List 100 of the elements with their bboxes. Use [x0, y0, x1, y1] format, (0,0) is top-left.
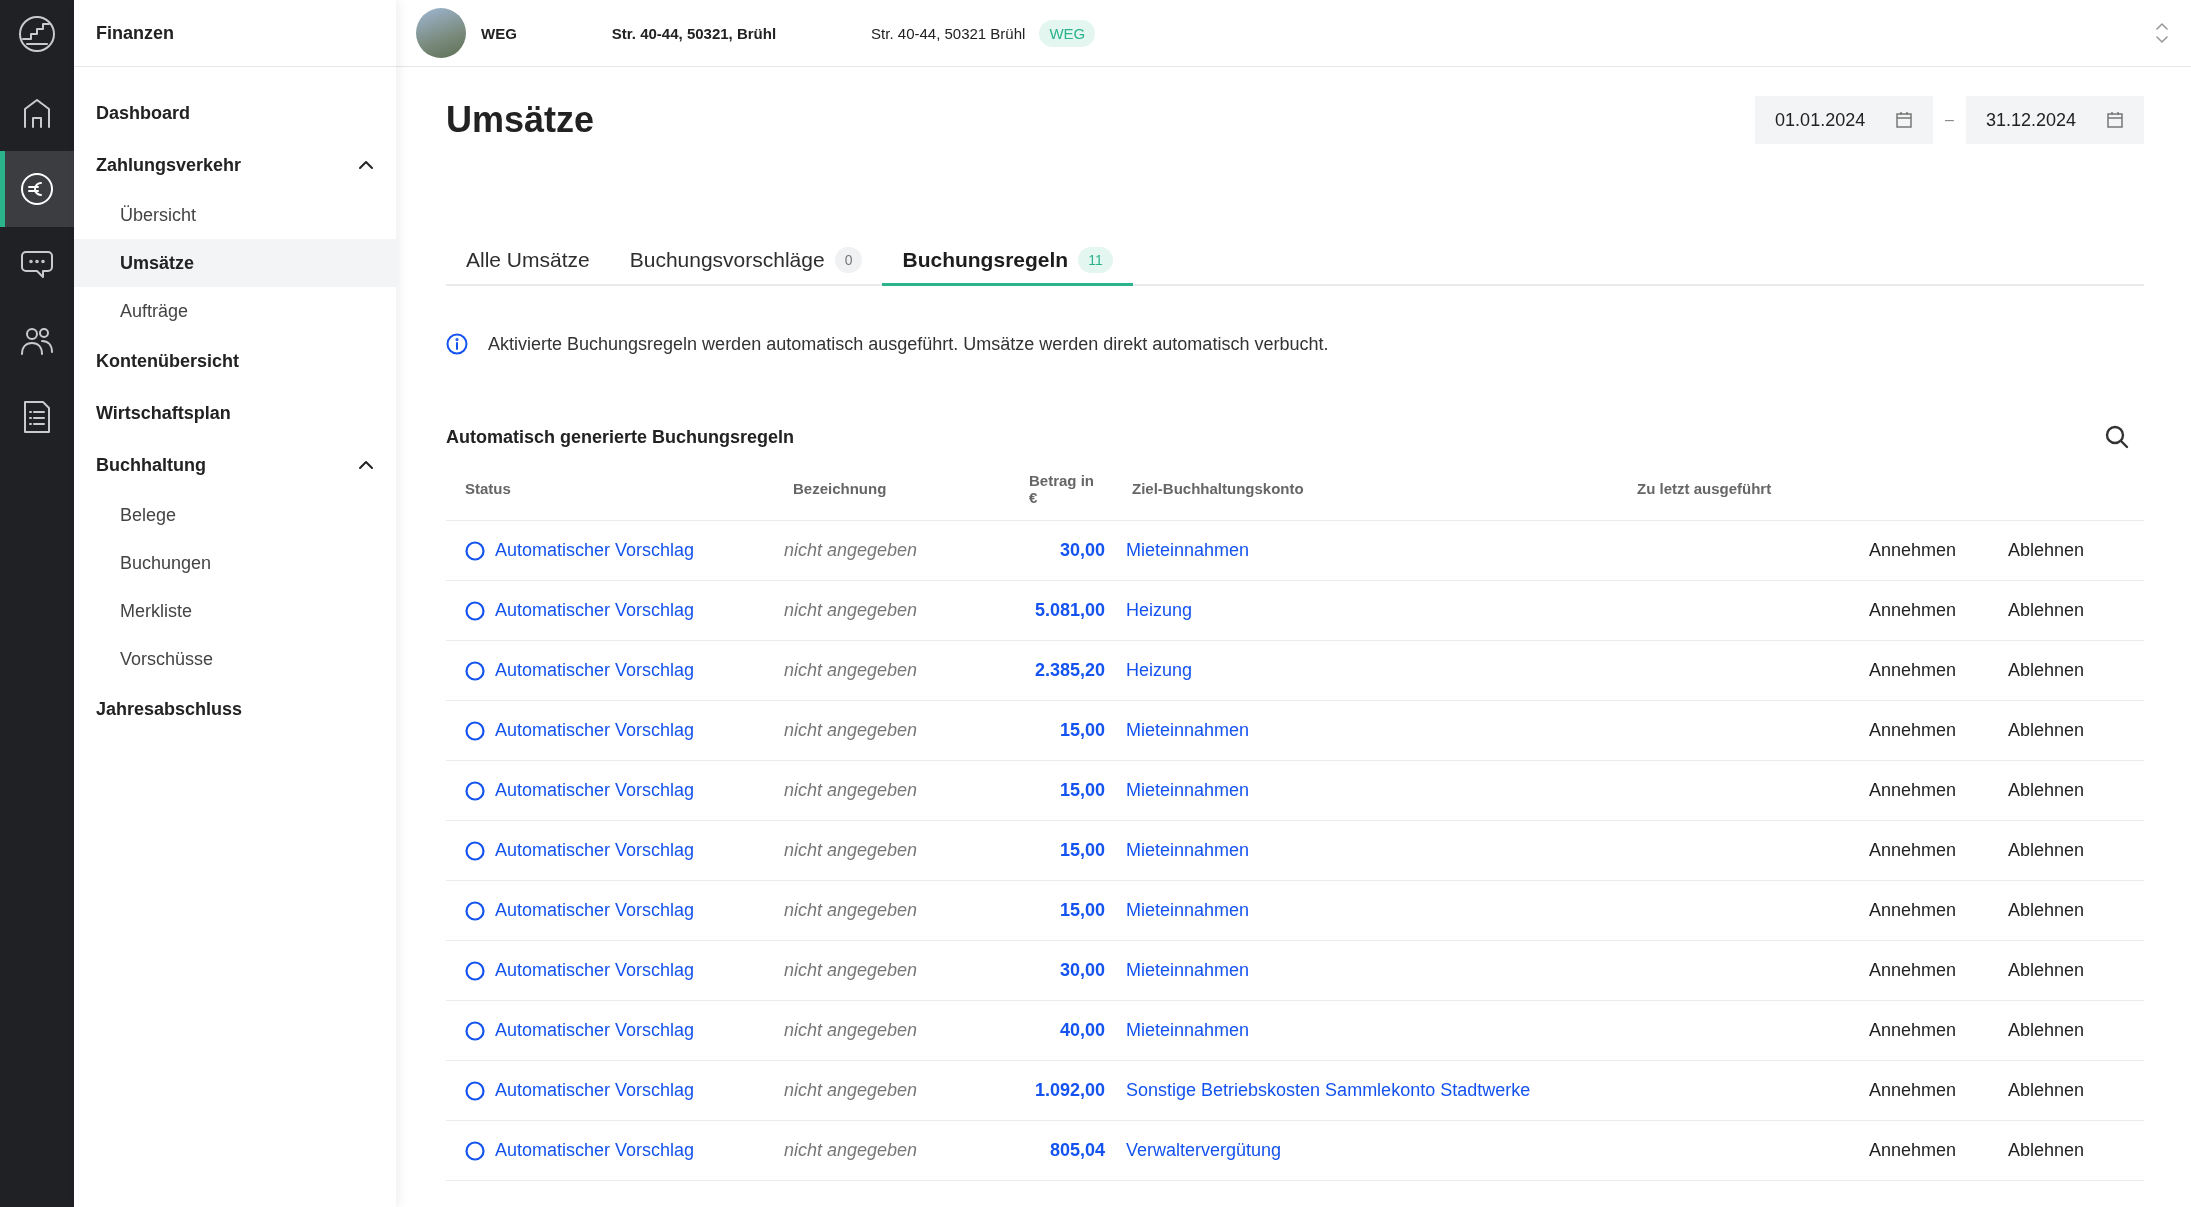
tab[interactable]: Buchungsvorschläge 0: [609, 236, 883, 286]
reject-button[interactable]: Ablehnen: [2008, 540, 2085, 561]
accept-button[interactable]: Annehmen: [1869, 540, 1957, 561]
status-link[interactable]: Automatischer Vorschlag: [495, 600, 695, 621]
accept-button[interactable]: Annehmen: [1869, 840, 1957, 861]
status-link[interactable]: Automatischer Vorschlag: [495, 900, 695, 921]
date-from-field[interactable]: 01.01.2024: [1755, 96, 1934, 144]
chevron-up-icon[interactable]: [358, 460, 374, 470]
calendar-icon[interactable]: [1895, 111, 1914, 129]
column-header: Ziel-Buchhaltungskonto: [1131, 480, 1305, 497]
account-link[interactable]: Heizung: [1126, 600, 1193, 620]
status-circle-icon: [465, 840, 485, 861]
reject-button[interactable]: Ablehnen: [2008, 900, 2085, 921]
account-link[interactable]: Mieteinnahmen: [1126, 840, 1250, 860]
chevron-up-icon[interactable]: [358, 160, 374, 170]
status-circle-icon: [465, 720, 485, 741]
status-circle-icon: [465, 780, 485, 801]
reject-button[interactable]: Ablehnen: [2008, 840, 2085, 861]
account-link[interactable]: Mieteinnahmen: [1126, 540, 1250, 560]
status-link[interactable]: Automatischer Vorschlag: [495, 540, 695, 561]
sidebar-subitem[interactable]: Merkliste: [74, 587, 396, 635]
date-to-field[interactable]: 31.12.2024: [1966, 96, 2144, 144]
status-link[interactable]: Automatischer Vorschlag: [495, 720, 695, 741]
account-link[interactable]: Heizung: [1126, 660, 1193, 680]
amount-cell-text: 805,04: [1048, 1140, 1105, 1161]
reject-button[interactable]: Ablehnen: [2008, 720, 2085, 741]
search-button[interactable]: [2104, 424, 2130, 450]
status-link[interactable]: Automatischer Vorschlag: [495, 1020, 695, 1041]
account-link[interactable]: Mieteinnahmen: [1126, 960, 1250, 980]
calendar-icon[interactable]: [2106, 111, 2124, 129]
account-link[interactable]: Mieteinnahmen: [1126, 780, 1250, 800]
property-type-badge: WEG: [1039, 19, 1096, 47]
column-header: Bezeichnung: [792, 480, 888, 497]
sidebar-subitem[interactable]: Buchungen: [74, 539, 396, 587]
sidebar-item[interactable]: Dashboard: [74, 87, 396, 139]
sidebar-item-label: Wirtschaftsplan: [96, 402, 231, 424]
status-circle-icon: [465, 600, 485, 621]
account-link[interactable]: Mieteinnahmen: [1126, 1020, 1250, 1040]
designation-cell-text: nicht angegeben: [784, 540, 919, 561]
status-link[interactable]: Automatischer Vorschlag: [495, 840, 695, 861]
amount-cell-text: 40,00: [1058, 1020, 1105, 1041]
account-link[interactable]: Sonstige Betriebskosten Sammlekonto Stadtwerke: [1126, 1080, 1531, 1100]
reject-button[interactable]: Ablehnen: [2008, 600, 2085, 621]
reject-button[interactable]: Ablehnen: [2008, 660, 2085, 681]
accept-button[interactable]: Annehmen: [1869, 1140, 1957, 1161]
status-link[interactable]: Automatischer Vorschlag: [495, 1080, 695, 1101]
sidebar-subitem[interactable]: Belege: [74, 491, 396, 539]
tab-count: 11: [1078, 246, 1113, 273]
status-link[interactable]: Automatischer Vorschlag: [495, 1140, 695, 1161]
accept-button[interactable]: Annehmen: [1869, 1080, 1957, 1101]
switch-button[interactable]: [2155, 22, 2169, 44]
amount-cell-text: 15,00: [1058, 780, 1105, 801]
status-circle-icon: [465, 660, 485, 681]
amount-cell-text: 5.081,00: [1033, 600, 1105, 621]
people-icon: [20, 326, 54, 356]
reject-button[interactable]: Ablehnen: [2008, 1080, 2085, 1101]
accept-button[interactable]: Annehmen: [1869, 660, 1957, 681]
account-link[interactable]: Mieteinnahmen: [1126, 720, 1250, 740]
account-link[interactable]: Mieteinnahmen: [1126, 900, 1250, 920]
sidebar-subitem[interactable]: Übersicht: [74, 191, 396, 239]
sidebar-item[interactable]: Buchhaltung: [74, 439, 396, 491]
tab[interactable]: Alle Umsätze: [446, 236, 610, 286]
tab-label: Buchungsvorschläge: [629, 247, 825, 272]
accept-button[interactable]: Annehmen: [1869, 780, 1957, 801]
tab[interactable]: Buchungsregeln 11: [882, 236, 1133, 286]
designation-cell-text: nicht angegeben: [784, 960, 919, 981]
info-icon: [446, 333, 468, 355]
sidebar-item[interactable]: Jahresabschluss: [74, 683, 396, 735]
property-type: WEG: [481, 24, 517, 42]
status-circle-icon: [465, 1020, 485, 1041]
amount-cell-text: 2.385,20: [1033, 660, 1105, 681]
accept-button[interactable]: Annehmen: [1869, 900, 1957, 921]
sidebar-subitem[interactable]: Aufträge: [74, 287, 396, 335]
reject-button[interactable]: Ablehnen: [2008, 1140, 2085, 1161]
status-link[interactable]: Automatischer Vorschlag: [495, 960, 695, 981]
amount-cell-text: 1.092,00: [1033, 1080, 1105, 1101]
sidebar-subitem[interactable]: Umsätze: [74, 239, 396, 287]
sidebar-item-label: Zahlungsverkehr: [96, 154, 242, 176]
account-link[interactable]: Verwaltervergütung: [1126, 1140, 1282, 1160]
accept-button[interactable]: Annehmen: [1869, 600, 1957, 621]
status-link[interactable]: Automatischer Vorschlag: [495, 780, 695, 801]
column-header: Status: [464, 480, 512, 497]
reject-button[interactable]: Ablehnen: [2008, 1020, 2085, 1041]
status-circle-icon: [465, 900, 485, 921]
reject-button[interactable]: Ablehnen: [2008, 960, 2085, 981]
reject-button[interactable]: Ablehnen: [2008, 780, 2085, 801]
property-name: Str. 40-44, 50321, Brühl: [611, 24, 777, 42]
accept-button[interactable]: Annehmen: [1869, 1020, 1957, 1041]
amount-cell-text: 30,00: [1058, 540, 1105, 561]
sidebar-subitem[interactable]: Vorschüsse: [74, 635, 396, 683]
accept-button[interactable]: Annehmen: [1869, 960, 1957, 981]
amount-cell-text: 15,00: [1058, 840, 1105, 861]
accept-button[interactable]: Annehmen: [1869, 720, 1957, 741]
info-message: Aktivierte Buchungsregeln werden automatisch ausgeführt. Umsätze werden direkt automatisch verbucht.: [488, 333, 1329, 355]
sidebar-item[interactable]: Zahlungsverkehr: [74, 139, 396, 191]
status-link[interactable]: Automatischer Vorschlag: [495, 660, 695, 681]
sidebar-item[interactable]: Wirtschaftsplan: [74, 387, 396, 439]
up-down-chevron-icon: [2155, 22, 2169, 44]
sidebar-item[interactable]: Kontenübersicht: [74, 335, 396, 387]
status-circle-icon: [465, 1080, 485, 1101]
